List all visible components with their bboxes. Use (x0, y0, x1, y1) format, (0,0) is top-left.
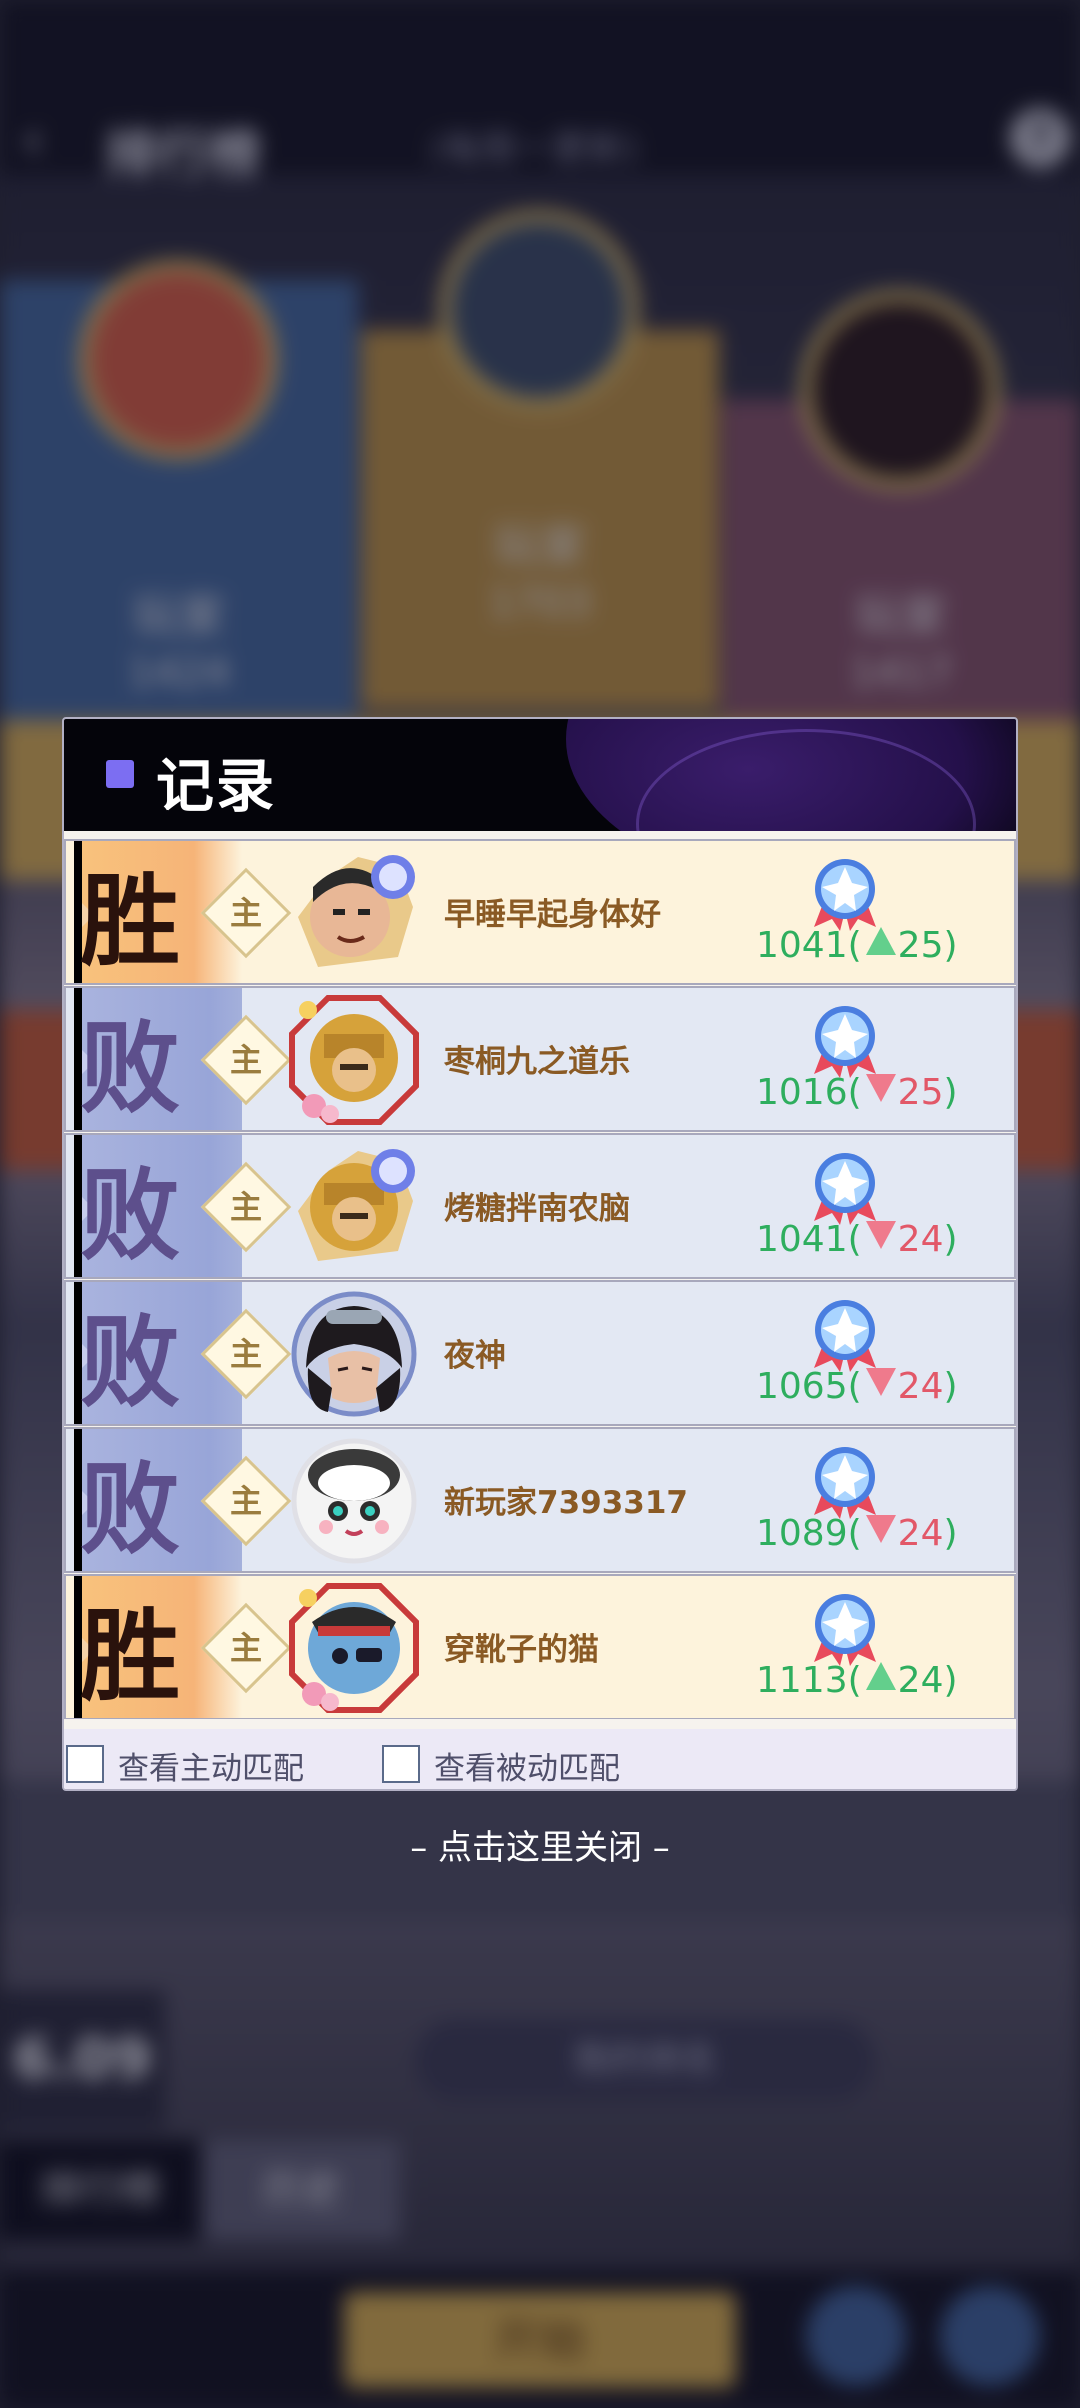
result-tag: 败 (80, 1008, 180, 1127)
score-line: 1041(25) (756, 925, 958, 966)
hero-golden-warrior-2-avatar-icon[interactable] (288, 1141, 420, 1273)
record-row[interactable]: 败 主 烤糖拌南农脑 1041(24) (64, 1133, 1016, 1279)
main-match-label: 主 (229, 1335, 262, 1373)
player-name[interactable]: 新玩家7393317 (444, 1477, 688, 1522)
score-delta: 25 (897, 1072, 944, 1113)
main-match-label: 主 (229, 1629, 262, 1667)
score-line: 1016(25) (756, 1072, 958, 1113)
score-value: 1089 (756, 1513, 848, 1554)
result-tag: 败 (80, 1155, 180, 1274)
paren-open: ( (847, 1660, 862, 1701)
arrow-down-icon (865, 1074, 896, 1102)
paren-open: ( (847, 1219, 862, 1260)
score-line: 1089(24) (756, 1513, 958, 1554)
score-delta: 25 (897, 925, 944, 966)
rank-medal-icon (810, 1592, 880, 1668)
record-dialog: 记录 胜主早睡早起身体好 1041(25) 败主枣桐九之道乐 1016(25) 败主烤糖… (62, 717, 1018, 1791)
main-match-label: 主 (229, 1482, 262, 1520)
arrow-down-icon (865, 1221, 896, 1249)
passive-match-checkbox[interactable] (382, 1745, 420, 1783)
rank-medal-icon (810, 1445, 880, 1521)
record-list[interactable]: 胜主早睡早起身体好 1041(25) 败主枣桐九之道乐 1016(25) 败主烤糖拌南农… (64, 839, 1016, 1719)
paren-close: ) (943, 1219, 958, 1260)
paren-open: ( (847, 1366, 862, 1407)
player-name[interactable]: 枣桐九之道乐 (444, 1036, 630, 1081)
score-delta: 24 (897, 1219, 944, 1260)
hero-golden-warrior-avatar-icon[interactable] (288, 994, 420, 1126)
hero-scholar-avatar-icon[interactable] (288, 847, 420, 979)
score-value: 1041 (756, 1219, 848, 1260)
player-name[interactable]: 穿靴子的猫 (444, 1624, 599, 1669)
record-row[interactable]: 败 主 新玩家7393317 1089(24) (64, 1427, 1016, 1573)
filter-bar: 查看主动匹配 查看被动匹配 (64, 1729, 1016, 1789)
main-match-label: 主 (229, 1188, 262, 1226)
screen: ‹ 排行榜 (每周一更新) ? 玩家 1424 玩家 1703 玩家 1417 … (0, 0, 1080, 2408)
main-match-label: 主 (229, 1041, 262, 1079)
rank-medal-icon (810, 1298, 880, 1374)
result-tag: 胜 (80, 861, 180, 980)
score-value: 1041 (756, 925, 848, 966)
paren-close: ) (943, 1072, 958, 1113)
arrow-up-icon (865, 1662, 896, 1690)
close-hint[interactable]: – 点击这里关闭 – (0, 1820, 1080, 1869)
score-delta: 24 (897, 1366, 944, 1407)
arrow-down-icon (865, 1368, 896, 1396)
score-value: 1016 (756, 1072, 848, 1113)
paren-close: ) (943, 1660, 958, 1701)
rank-medal-icon (810, 1004, 880, 1080)
score-value: 1065 (756, 1366, 848, 1407)
result-tag: 胜 (80, 1596, 180, 1715)
score-line: 1113(24) (756, 1660, 958, 1701)
player-name[interactable]: 夜神 (444, 1330, 506, 1375)
paren-open: ( (847, 1513, 862, 1554)
player-name[interactable]: 烤糖拌南农脑 (444, 1183, 630, 1228)
paren-close: ) (943, 1366, 958, 1407)
passive-match-label[interactable]: 查看被动匹配 (434, 1743, 620, 1788)
record-row[interactable]: 败 主 枣桐九之道乐 1016(25) (64, 986, 1016, 1132)
dialog-header: 记录 (64, 719, 1016, 831)
hero-cat-avatar-icon[interactable] (288, 1582, 420, 1714)
paren-close: ) (943, 925, 958, 966)
hero-panda-avatar-icon[interactable] (288, 1435, 420, 1567)
result-tag: 败 (80, 1302, 180, 1421)
title-marker-icon (106, 760, 134, 788)
paren-open: ( (847, 925, 862, 966)
record-row[interactable]: 胜 主 穿靴子的猫 1113(24) (64, 1574, 1016, 1719)
score-value: 1113 (756, 1660, 848, 1701)
player-name[interactable]: 早睡早起身体好 (444, 889, 661, 934)
score-delta: 24 (897, 1660, 944, 1701)
rank-medal-icon (810, 1151, 880, 1227)
arrow-up-icon (865, 927, 896, 955)
score-line: 1065(24) (756, 1366, 958, 1407)
result-tag: 败 (80, 1449, 180, 1568)
active-match-checkbox[interactable] (66, 1745, 104, 1783)
score-delta: 24 (897, 1513, 944, 1554)
active-match-label[interactable]: 查看主动匹配 (118, 1743, 304, 1788)
score-line: 1041(24) (756, 1219, 958, 1260)
paren-close: ) (943, 1513, 958, 1554)
main-match-label: 主 (229, 894, 262, 932)
dialog-title: 记录 (156, 752, 277, 820)
record-row[interactable]: 胜 主 早睡早起身体好 1041(25) (64, 839, 1016, 985)
rank-medal-icon (810, 857, 880, 933)
arrow-down-icon (865, 1515, 896, 1543)
hero-night-avatar-icon[interactable] (288, 1288, 420, 1420)
paren-open: ( (847, 1072, 862, 1113)
record-row[interactable]: 败 主 夜神 1065(24) (64, 1280, 1016, 1426)
